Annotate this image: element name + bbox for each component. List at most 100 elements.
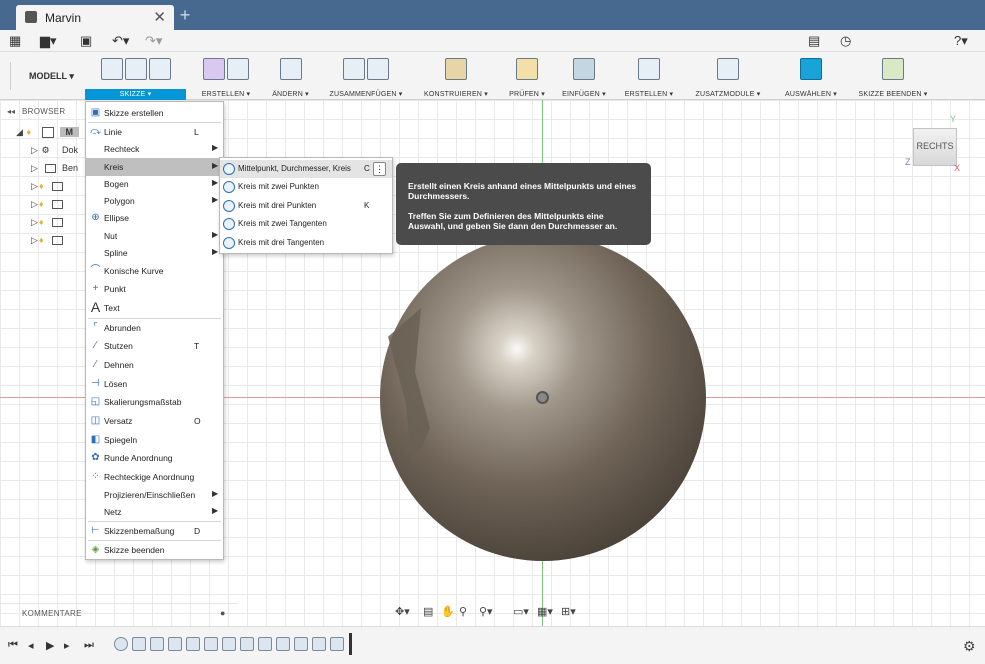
menu-item-break[interactable]: ⊣ Lösen [86,375,223,393]
menu-item-create-sketch[interactable]: ▣ Skizze erstellen [86,104,223,122]
help-icon[interactable]: ?▾ [954,33,968,49]
timeline-feature-icon[interactable] [330,637,344,651]
3d-print-icon[interactable] [638,58,660,80]
display-settings-icon[interactable]: ▭▾ [513,605,529,618]
visibility-bulb-icon[interactable]: ♦ [39,199,49,209]
new-component-icon[interactable] [343,58,365,80]
menu-item-circle[interactable]: Kreis ▶ [86,158,223,176]
menu-item-line[interactable]: ⤼ Linie L [86,123,223,141]
submenu-item-three-tangent-circle[interactable]: Kreis mit drei Tangenten [220,234,392,252]
file-menu-icon[interactable]: ▆▾ [40,33,57,49]
workspace-switcher[interactable]: MODELL ▾ [10,62,78,90]
timeline-feature-icon[interactable] [150,637,164,651]
gear-icon[interactable]: ⚙ [963,638,976,655]
orbit-icon[interactable]: ✥▾ [395,605,410,618]
timeline-feature-icon[interactable] [294,637,308,651]
ribbon-group-addins[interactable]: ZUSATZMODULE ▾ [688,52,768,100]
grid-settings-icon[interactable]: ▦▾ [537,605,553,618]
expand-icon[interactable]: ▷ [31,163,39,174]
finish-sketch-icon[interactable] [882,58,904,80]
menu-item-finish-sketch[interactable]: ◈ Skizze beenden [86,541,223,559]
visibility-bulb-icon[interactable]: ♦ [27,127,37,137]
menu-item-fillet[interactable]: ⌜ Abrunden [86,319,223,337]
extrude-icon[interactable] [227,58,249,80]
menu-item-trim[interactable]: ⁄ Stutzen T [86,337,223,355]
undo-icon[interactable]: ↶▾ [112,33,129,49]
submenu-item-two-point-circle[interactable]: Kreis mit zwei Punkten [220,178,392,196]
timeline-feature-icon[interactable] [240,637,254,651]
form-icon[interactable] [203,58,225,80]
browser-item[interactable]: ▷♦ [31,199,63,216]
step-back-icon[interactable]: ◂ [28,639,34,652]
visibility-bulb-icon[interactable]: ♦ [39,235,49,245]
menu-item-point[interactable]: + Punkt [86,280,223,298]
menu-item-conic-curve[interactable]: ⌒ Konische Kurve [86,262,223,280]
scripts-icon[interactable] [717,58,739,80]
expand-icon[interactable]: ▷ [31,217,39,228]
notifications-icon[interactable]: ▤ [808,33,820,49]
menu-item-circular-pattern[interactable]: ✿ Runde Anordnung [86,449,223,467]
line-icon[interactable] [124,58,147,80]
play-icon[interactable]: ▶ [46,639,54,652]
save-icon[interactable]: ▣ [80,33,92,49]
comments-panel[interactable]: KOMMENTARE ● [0,603,238,621]
menu-item-arc[interactable]: Bogen ▶ [86,175,223,193]
ribbon-group-select[interactable]: AUSWÄHLEN ▾ [778,52,844,100]
browser-item[interactable]: ▷♦ [31,217,63,234]
browser-item[interactable]: ▷♦ [31,181,63,198]
menu-item-rectangle[interactable]: Rechteck ▶ [86,140,223,158]
data-panel-icon[interactable]: ▦ [9,33,21,49]
redo-icon[interactable]: ↷▾ [145,33,162,49]
select-icon[interactable] [800,58,822,80]
measure-icon[interactable] [516,58,538,80]
browser-item[interactable]: ▷♦ [31,235,63,252]
menu-item-extend[interactable]: ⁄ Dehnen [86,356,223,374]
pan-icon[interactable]: ✋ [441,605,455,618]
browser-root[interactable]: ◢ ♦ M [16,127,80,144]
timeline-feature-icon[interactable] [132,637,146,651]
new-tab-button[interactable]: + [176,5,194,27]
create-sketch-icon[interactable] [100,58,123,80]
expand-icon[interactable]: ▷ [31,181,39,192]
expand-icon[interactable]: ◢ [16,127,24,138]
submenu-item-three-point-circle[interactable]: Kreis mit drei Punkten K [220,197,392,215]
viewports-icon[interactable]: ⊞▾ [561,605,576,618]
visibility-bulb-icon[interactable]: ♦ [39,217,49,227]
submenu-item-center-diameter-circle[interactable]: Mittelpunkt, Durchmesser, Kreis C ⋮ [220,160,392,178]
visibility-bulb-icon[interactable]: ♦ [39,181,49,191]
browser-item-named-views[interactable]: ▷ Ben [31,163,78,180]
menu-item-mesh[interactable]: Netz ▶ [86,503,223,521]
menu-item-spline[interactable]: Spline ▶ [86,244,223,262]
menu-item-ellipse[interactable]: ⊕ Ellipse [86,209,223,227]
timeline-marker[interactable] [349,633,352,655]
rectangle-icon[interactable] [148,58,171,80]
ribbon-group-insert[interactable]: EINFÜGEN ▾ [558,52,610,100]
document-tab[interactable]: Marvin ✕ [16,5,174,30]
insert-image-icon[interactable] [573,58,595,80]
menu-item-slot[interactable]: Nut ▶ [86,227,223,245]
expand-icon[interactable]: ▷ [31,145,39,156]
timeline-feature-icon[interactable] [168,637,182,651]
expand-icon[interactable]: ▷ [31,235,39,246]
expand-icon[interactable]: ▷ [31,199,39,210]
close-tab-button[interactable]: ✕ [153,8,166,26]
zoom-icon[interactable]: ⚲ [459,605,467,618]
fit-icon[interactable]: ⚲▾ [479,605,493,618]
ribbon-group-construct[interactable]: KONSTRUIEREN ▾ [417,52,495,100]
offset-plane-icon[interactable] [445,58,467,80]
menu-item-text[interactable]: A Text [86,299,223,317]
timeline-feature-icon[interactable] [258,637,272,651]
timeline-feature-icon[interactable] [222,637,236,651]
go-to-start-icon[interactable]: ⏮ [8,639,18,652]
step-forward-icon[interactable]: ▸ [64,639,70,652]
timeline-feature-icon[interactable] [204,637,218,651]
more-options-icon[interactable]: ⋮ [373,162,386,176]
ribbon-group-finish-sketch[interactable]: SKIZZE BEENDEN ▾ [852,52,934,100]
collapse-icon[interactable]: ◂◂ [7,107,15,116]
look-at-icon[interactable]: ▤ [423,605,433,618]
add-comment-icon[interactable]: ● [220,608,225,618]
menu-item-mirror[interactable]: ◧ Spiegeln [86,431,223,449]
ribbon-group-assemble[interactable]: ZUSAMMENFÜGEN ▾ [322,52,410,100]
timeline-feature-icon[interactable] [276,637,290,651]
submenu-item-two-tangent-circle[interactable]: Kreis mit zwei Tangenten [220,215,392,233]
